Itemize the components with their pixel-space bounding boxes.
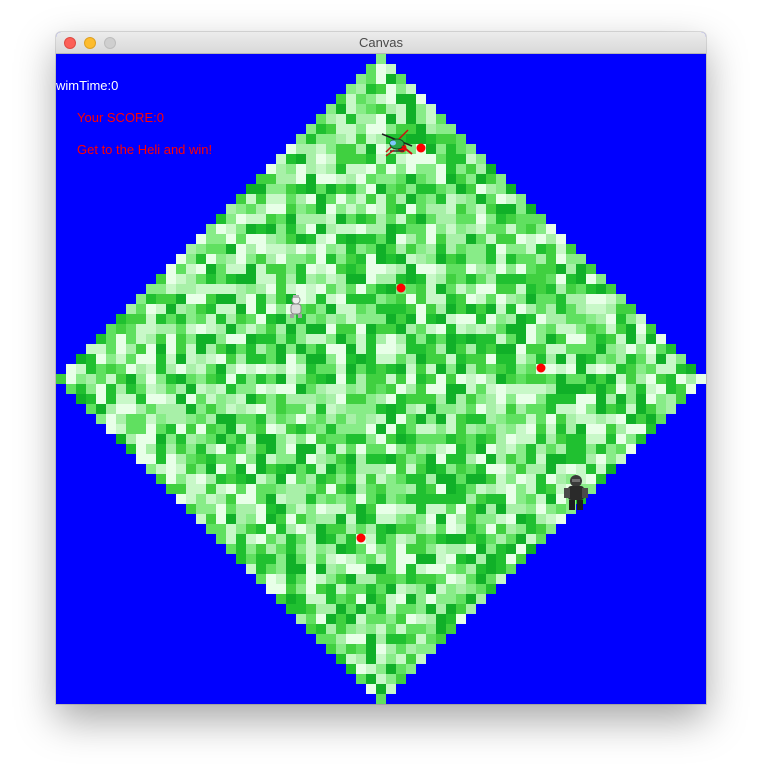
title-bar: Canvas [56, 32, 706, 54]
enemy-soldier-icon [564, 475, 588, 510]
coin-icon [396, 283, 406, 293]
player-character-icon [290, 295, 302, 318]
score-label: Your SCORE:0 [77, 110, 164, 125]
game-canvas[interactable]: wimTime:0 Your SCORE:0 Get to the Heli a… [56, 54, 706, 704]
window-title: Canvas [358, 35, 404, 50]
coin-icon [416, 143, 426, 153]
coin-icon [356, 533, 366, 543]
canvas-window: Canvas wimTime:0 Your SCORE:0 Get to the… [56, 32, 706, 704]
timer-label: wimTime:0 [56, 78, 119, 93]
coin-icon [536, 363, 546, 373]
helicopter-icon [381, 129, 413, 157]
goal-message: Get to the Heli and win! [77, 142, 213, 157]
